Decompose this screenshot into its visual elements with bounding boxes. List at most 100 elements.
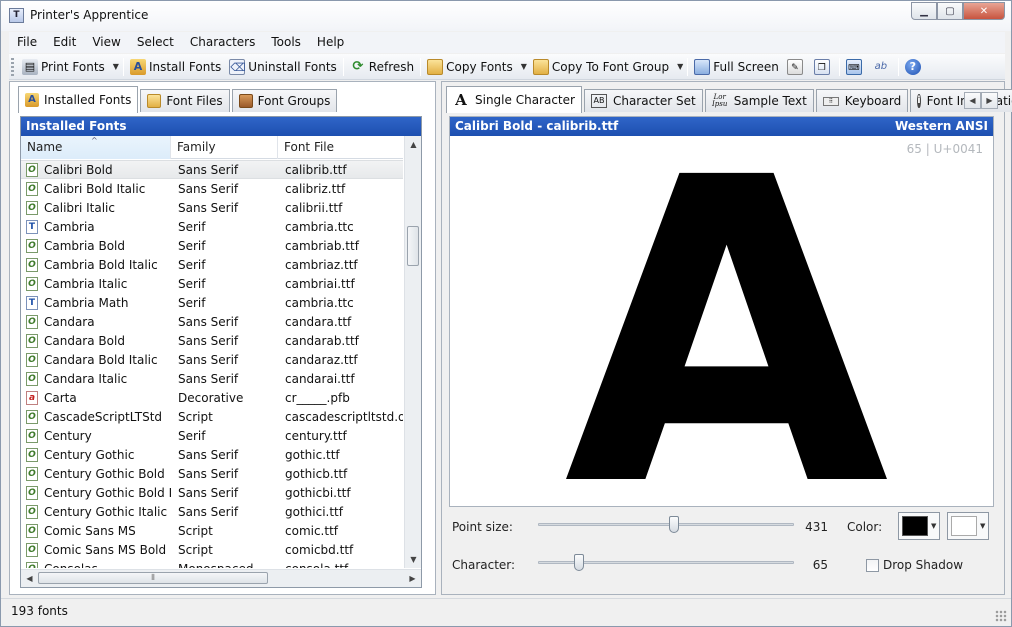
table-row[interactable]: O Candara Sans Serif candara.ttf [21,312,403,331]
point-size-slider[interactable] [538,514,794,534]
font-name-cell: O Calibri Italic [21,200,171,215]
opentype-font-icon: O [26,181,38,196]
table-row[interactable]: O Calibri Bold Sans Serif calibrib.ttf [21,160,403,179]
uninstall-fonts-button[interactable]: ⌫ Uninstall Fonts [225,56,341,78]
tab-single-character[interactable]: A Single Character [446,86,582,113]
font-name-cell: O Century Gothic Bold [21,466,171,481]
scroll-up-arrow[interactable]: ▲ [405,136,422,153]
uninstall-fonts-icon: ⌫ [229,58,246,75]
menu-tools[interactable]: Tools [263,32,309,53]
menu-file[interactable]: File [9,32,45,53]
drop-shadow-checkbox[interactable] [866,559,879,572]
font-name: Cambria Bold Italic [44,257,158,272]
table-row[interactable]: O CascadeScriptLTStd Script cascadescriptlt… [21,407,403,426]
font-name: Century [44,428,92,443]
copy-button[interactable]: ❐ [810,56,837,78]
install-fonts-button[interactable]: A Install Fonts [126,56,225,78]
table-row[interactable]: O Candara Italic Sans Serif candarai.ttf [21,369,403,388]
table-row[interactable]: O Consolas Monospacedconsola.ttf [21,559,403,568]
font-family-cell: Sans Serif [178,162,239,177]
menu-edit[interactable]: Edit [45,32,84,53]
full-screen-button[interactable]: Full Screen [690,56,783,78]
point-size-value: 431 [805,520,828,534]
scroll-down-arrow[interactable]: ▼ [405,551,422,568]
scroll-left-arrow[interactable]: ◀ [21,570,38,587]
table-row[interactable]: O Comic Sans MS Script comic.ttf [21,521,403,540]
column-font-file[interactable]: Font File [278,136,403,159]
table-row[interactable]: O Candara Bold Italic Sans Serif candaraz.t… [21,350,403,369]
font-compare-button[interactable]: ab [869,56,896,78]
opentype-font-icon: O [26,409,38,424]
table-row[interactable]: O Century Gothic Bold Sans Serif gothicb.tt… [21,464,403,483]
folder-icon [147,94,162,108]
table-row[interactable]: T Cambria Serif cambria.ttc [21,217,403,236]
vertical-scroll-thumb[interactable] [407,226,419,266]
copy-fonts-button[interactable]: Copy Fonts [423,56,517,78]
opentype-font-icon: O [26,200,38,215]
horizontal-scrollbar[interactable]: ◀ ⦀ ▶ [21,569,421,587]
horizontal-scroll-thumb[interactable]: ⦀ [38,572,268,584]
font-file-cell: comicbd.ttf [285,542,354,557]
point-size-thumb[interactable] [668,516,679,533]
table-row[interactable]: O Cambria Italic Serif cambriai.ttf [21,274,403,293]
table-row[interactable]: O Candara Bold Sans Serif candarab.ttf [21,331,403,350]
print-fonts-button[interactable]: ▤ Print Fonts [18,56,109,78]
font-name-cell: O Cambria Italic [21,276,171,291]
scroll-right-arrow[interactable]: ▶ [404,570,421,587]
minimize-button[interactable]: ▁ [911,2,937,20]
table-row[interactable]: O Calibri Bold Italic Sans Serif calibriz.t… [21,179,403,198]
menu-select[interactable]: Select [129,32,182,53]
table-row[interactable]: O Century Gothic Sans Serif gothic.ttf [21,445,403,464]
font-name-cell: O Calibri Bold Italic [21,181,171,196]
table-row[interactable]: O Cambria Bold Italic Serif cambriaz.ttf [21,255,403,274]
font-name: Cambria Italic [44,276,128,291]
character-slider[interactable] [538,552,794,572]
menu-view[interactable]: View [84,32,128,53]
tab-font-groups[interactable]: Font Groups [231,89,338,112]
table-row[interactable]: O Century Gothic Bold I... Sans Serif gothi… [21,483,403,502]
close-button[interactable]: ✕ [963,2,1005,20]
app-icon: T [9,8,24,23]
copy-fonts-dropdown[interactable]: ▼ [519,62,529,71]
character-map-button[interactable]: ⌨ [842,56,869,78]
vertical-scrollbar[interactable]: ▲ ▼ [404,136,421,568]
table-row[interactable]: a Carta Decorative cr_____.pfb [21,388,403,407]
help-button[interactable]: ? [901,56,928,78]
toolbar-grip[interactable] [11,57,14,76]
menu-help[interactable]: Help [309,32,352,53]
print-fonts-label: Print Fonts [41,59,105,74]
foreground-color-picker[interactable]: ▼ [898,512,940,540]
table-row[interactable]: O Century Serif century.ttf [21,426,403,445]
character-thumb[interactable] [573,554,584,571]
table-row[interactable]: O Century Gothic Italic Sans Serif gothici.… [21,502,403,521]
refresh-icon: ⟳ [352,58,364,74]
copy-to-font-group-label: Copy To Font Group [551,59,670,74]
column-family[interactable]: Family [171,136,278,159]
maximize-button[interactable]: ▢ [937,2,963,20]
copy-to-font-group-dropdown[interactable]: ▼ [675,62,685,71]
font-name: Cambria [44,219,95,234]
tab-scroll-left-button[interactable]: ◀ [964,92,981,109]
menu-characters[interactable]: Characters [182,32,264,53]
font-name: Candara Bold Italic [44,352,158,367]
table-row[interactable]: O Calibri Italic Sans Serif calibrii.ttf [21,198,403,217]
full-screen-label: Full Screen [713,59,779,74]
refresh-button[interactable]: ⟳ Refresh [346,56,418,78]
column-name[interactable]: ^ Name [21,136,171,159]
tab-installed-fonts[interactable]: A Installed Fonts [18,86,139,113]
drop-shadow-label: Drop Shadow [883,558,964,572]
tab-scroll-right-button[interactable]: ▶ [981,92,998,109]
background-color-picker[interactable]: ▼ [947,512,989,540]
copy-to-font-group-button[interactable]: Copy To Font Group [529,56,673,78]
table-row[interactable]: O Cambria Bold Serif cambriab.ttf [21,236,403,255]
preview-controls: Point size: 431 Color: ▼ ▼ Character: 65 [442,512,1004,592]
print-fonts-dropdown[interactable]: ▼ [111,62,121,71]
table-row[interactable]: O Comic Sans MS Bold Script comicbd.ttf [21,540,403,559]
tab-font-files[interactable]: Font Files [140,89,230,112]
opentype-font-icon: O [26,542,38,557]
properties-button[interactable]: ✎ [783,56,810,78]
opentype-font-icon: O [26,561,38,568]
resize-grip[interactable] [995,610,1007,622]
font-family-cell: Sans Serif [178,352,239,367]
table-row[interactable]: T Cambria Math Serif cambria.ttc [21,293,403,312]
